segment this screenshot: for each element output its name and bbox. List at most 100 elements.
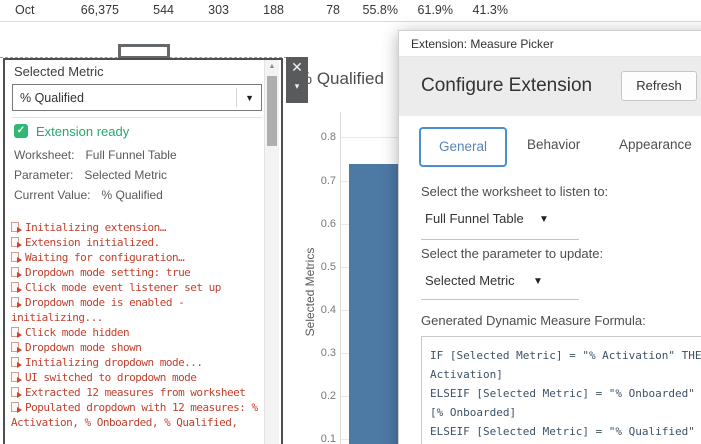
- status-text: Extension ready: [36, 124, 130, 139]
- table-cell-value[interactable]: 41.3%: [428, 3, 508, 17]
- log-text: UI switched to dropdown mode: [25, 371, 197, 384]
- dialog-title: Extension: Measure Picker: [411, 37, 554, 51]
- log-doc-icon: [11, 402, 22, 413]
- ready-checkbox-icon: ✓: [14, 124, 28, 138]
- metric-dropdown-value: % Qualified: [20, 91, 84, 105]
- info-value: % Qualified: [101, 188, 163, 202]
- metric-dropdown[interactable]: % Qualified ▼: [12, 84, 262, 111]
- log-entry: Waiting for configuration…: [11, 250, 265, 265]
- dialog-heading: Configure Extension: [421, 75, 593, 96]
- log-text: Dropdown mode is enabled - initializing.…: [11, 296, 185, 324]
- log-entry: Dropdown mode setting: true: [11, 265, 265, 280]
- y-tick-label: 0.3: [320, 347, 336, 359]
- formula-label: Generated Dynamic Measure Formula:: [421, 313, 646, 328]
- log-text: Waiting for configuration…: [25, 251, 185, 264]
- parameter-select-caret-icon[interactable]: ▼: [533, 276, 543, 287]
- scrollbar-thumb[interactable]: [267, 76, 277, 146]
- log-entry: Initializing dropdown mode...: [11, 355, 265, 370]
- tab-appearance[interactable]: Appearance: [619, 137, 692, 152]
- log-doc-icon: [11, 282, 22, 293]
- scroll-up-icon[interactable]: ▲: [265, 60, 279, 74]
- worksheet-select-caret-icon[interactable]: ▼: [539, 214, 549, 225]
- info-parameter: Parameter: Selected Metric: [14, 168, 167, 182]
- y-tick-label: 0.7: [320, 175, 336, 187]
- extension-panel: Selected Metric % Qualified ▼ ✓ Extensio…: [3, 58, 283, 444]
- configure-extension-dialog: Extension: Measure Picker Configure Exte…: [398, 30, 701, 444]
- parameter-select-underline: [421, 299, 579, 300]
- log-text: Extracted 12 measures from worksheet: [25, 386, 246, 399]
- y-tick-label: 0.5: [320, 261, 336, 273]
- parameter-name-label: Selected Metric: [14, 64, 104, 79]
- log-text: Initializing extension…: [25, 221, 166, 234]
- refresh-button[interactable]: Refresh: [621, 71, 697, 101]
- y-tick-label: 0.1: [320, 433, 336, 444]
- log-doc-icon: [11, 327, 22, 338]
- y-axis-line: [340, 112, 341, 444]
- funnel-table-row[interactable]: Oct 66,375 544 303 188 78 55.8% 61.9% 41…: [0, 0, 701, 22]
- worksheet-select-underline: [421, 239, 579, 240]
- dropdown-caret-icon[interactable]: ▼: [245, 93, 254, 103]
- log-doc-icon: [11, 297, 22, 308]
- log-entry: Dropdown mode is enabled - initializing.…: [11, 295, 265, 325]
- drag-handle[interactable]: [118, 44, 176, 212]
- parameter-select-label: Select the parameter to update:: [421, 246, 604, 261]
- info-value: Full Funnel Table: [85, 148, 177, 162]
- app-root: Oct 66,375 544 303 188 78 55.8% 61.9% 41…: [0, 0, 701, 444]
- info-label: Current Value:: [14, 188, 91, 202]
- log-doc-icon: [11, 387, 22, 398]
- log-entry: Dropdown mode shown: [11, 340, 265, 355]
- dialog-tabs: General Behavior Appearance: [399, 116, 701, 168]
- floating-object-controls: ✕ ▾: [286, 57, 308, 103]
- log-text: Click mode event listener set up: [25, 281, 221, 294]
- dialog-titlebar[interactable]: Extension: Measure Picker: [399, 31, 701, 57]
- log-text: Populated dropdown with 12 measures: % A…: [11, 401, 258, 429]
- log-doc-icon: [11, 222, 22, 233]
- more-options-icon[interactable]: ▾: [286, 81, 308, 92]
- y-tick-label: 0.8: [320, 131, 336, 143]
- worksheet-select-value[interactable]: Full Funnel Table: [425, 211, 524, 226]
- log-doc-icon: [11, 372, 22, 383]
- y-tick-label: 0.2: [320, 390, 336, 402]
- formula-code-box[interactable]: IF [Selected Metric] = "% Activation" TH…: [421, 336, 701, 444]
- debug-log: Initializing extension… Extension initia…: [11, 220, 265, 430]
- formula-line: Activation]: [430, 368, 503, 381]
- log-doc-icon: [11, 267, 22, 278]
- log-entry: Populated dropdown with 12 measures: % A…: [11, 400, 265, 430]
- log-doc-icon: [11, 252, 22, 263]
- log-doc-icon: [11, 237, 22, 248]
- log-text: Extension initialized.: [25, 236, 160, 249]
- log-entry: Click mode hidden: [11, 325, 265, 340]
- log-entry: UI switched to dropdown mode: [11, 370, 265, 385]
- chart-bar[interactable]: [349, 164, 401, 444]
- gridline: [341, 137, 398, 138]
- formula-line: ELSEIF [Selected Metric] = "% Onboarded"…: [430, 387, 701, 400]
- log-text: Initializing dropdown mode...: [25, 356, 203, 369]
- chart-title: % Qualified: [297, 69, 384, 88]
- log-entry: Initializing extension…: [11, 220, 265, 235]
- log-doc-icon: [11, 357, 22, 368]
- log-text: Dropdown mode setting: true: [25, 266, 191, 279]
- parameter-select-value[interactable]: Selected Metric: [425, 273, 515, 288]
- dialog-header: Configure Extension Refresh: [399, 57, 701, 116]
- y-tick-label: 0.4: [320, 304, 336, 316]
- info-worksheet: Worksheet: Full Funnel Table: [14, 148, 177, 162]
- tab-behavior[interactable]: Behavior: [527, 137, 580, 152]
- info-value: Selected Metric: [84, 168, 168, 182]
- y-axis-title: Selected Metrics: [303, 247, 317, 337]
- table-cell-month[interactable]: Oct: [15, 3, 34, 17]
- tab-general[interactable]: General: [419, 127, 507, 167]
- dropdown-separator: [236, 88, 237, 107]
- y-tick-label: 0.6: [320, 218, 336, 230]
- divider: [12, 117, 262, 118]
- formula-line: [% Onboarded]: [430, 406, 517, 419]
- info-label: Worksheet:: [14, 148, 75, 162]
- panel-scrollbar[interactable]: ▲: [264, 60, 279, 444]
- worksheet-select-label: Select the worksheet to listen to:: [421, 184, 609, 199]
- log-entry: Extension initialized.: [11, 235, 265, 250]
- log-entry: Click mode event listener set up: [11, 280, 265, 295]
- log-entry: Extracted 12 measures from worksheet: [11, 385, 265, 400]
- log-text: Dropdown mode shown: [25, 341, 142, 354]
- log-doc-icon: [11, 342, 22, 353]
- info-label: Parameter:: [14, 168, 74, 182]
- close-icon[interactable]: ✕: [286, 59, 308, 76]
